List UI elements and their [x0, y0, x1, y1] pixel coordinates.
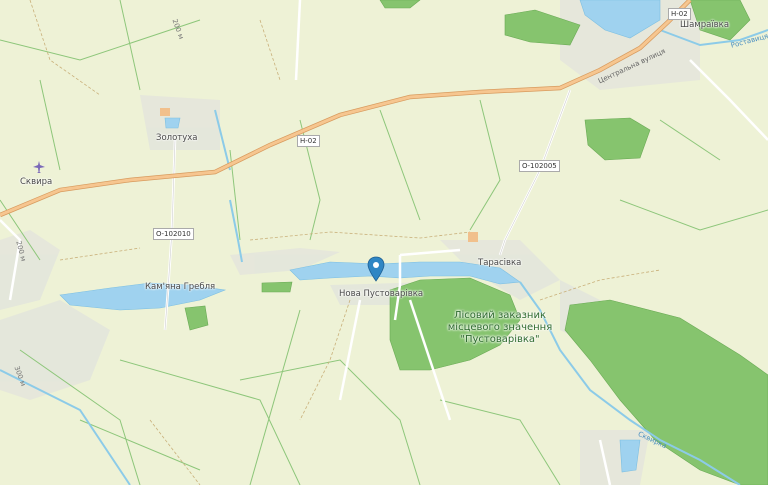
- place-label-nova-pustovarivka[interactable]: Нова Пустоварівка: [339, 289, 423, 299]
- place-label-skvyra[interactable]: Сквира: [20, 177, 52, 187]
- place-label-zolotukha[interactable]: Золотуха: [156, 133, 198, 143]
- map-base-layer: [0, 0, 768, 485]
- place-label-kamiana-hreblia[interactable]: Кам'яна Гребля: [145, 282, 215, 292]
- reserve-label-line2: місцевого значення: [447, 322, 553, 333]
- map-canvas[interactable]: Н-02 Н-02 О-102010 О-102005 Центральна в…: [0, 0, 768, 485]
- place-label-shamraivka[interactable]: Шамраївка: [680, 20, 729, 30]
- road-badge-o102005: О-102005: [519, 160, 560, 172]
- road-badge-h02-west: Н-02: [297, 135, 320, 147]
- reserve-label[interactable]: Лісовий заказник місцевого значення "Пус…: [430, 310, 570, 346]
- place-label-tarasivka[interactable]: Тарасівка: [478, 258, 521, 268]
- road-badge-o102010: О-102010: [153, 228, 194, 240]
- airplane-icon: [32, 160, 46, 177]
- road-badge-h02-east: Н-02: [668, 8, 691, 20]
- water-bodies: [59, 0, 661, 473]
- reserve-label-line3: "Пустоварівка": [460, 334, 540, 345]
- reserve-label-line1: Лісовий заказник: [454, 310, 546, 321]
- tracks: [29, 0, 661, 485]
- map-pin-icon[interactable]: [367, 256, 385, 282]
